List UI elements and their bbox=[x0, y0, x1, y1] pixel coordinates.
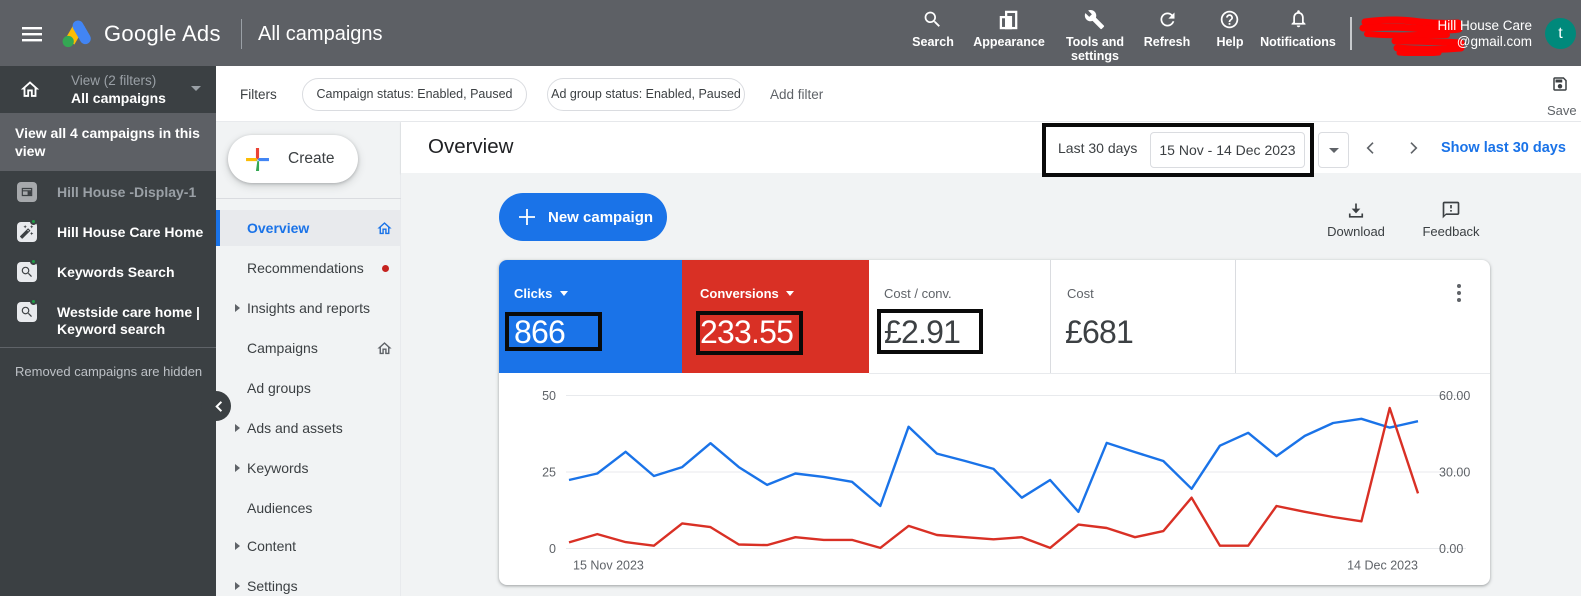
svg-text:25: 25 bbox=[542, 466, 556, 480]
svg-text:50: 50 bbox=[542, 389, 556, 403]
svg-text:0.00: 0.00 bbox=[1439, 542, 1463, 556]
svg-text:30.00: 30.00 bbox=[1439, 466, 1470, 480]
svg-text:15 Nov 2023: 15 Nov 2023 bbox=[573, 559, 644, 573]
svg-text:60.00: 60.00 bbox=[1439, 389, 1470, 403]
svg-text:0: 0 bbox=[549, 542, 556, 556]
svg-text:14 Dec 2023: 14 Dec 2023 bbox=[1347, 559, 1418, 573]
